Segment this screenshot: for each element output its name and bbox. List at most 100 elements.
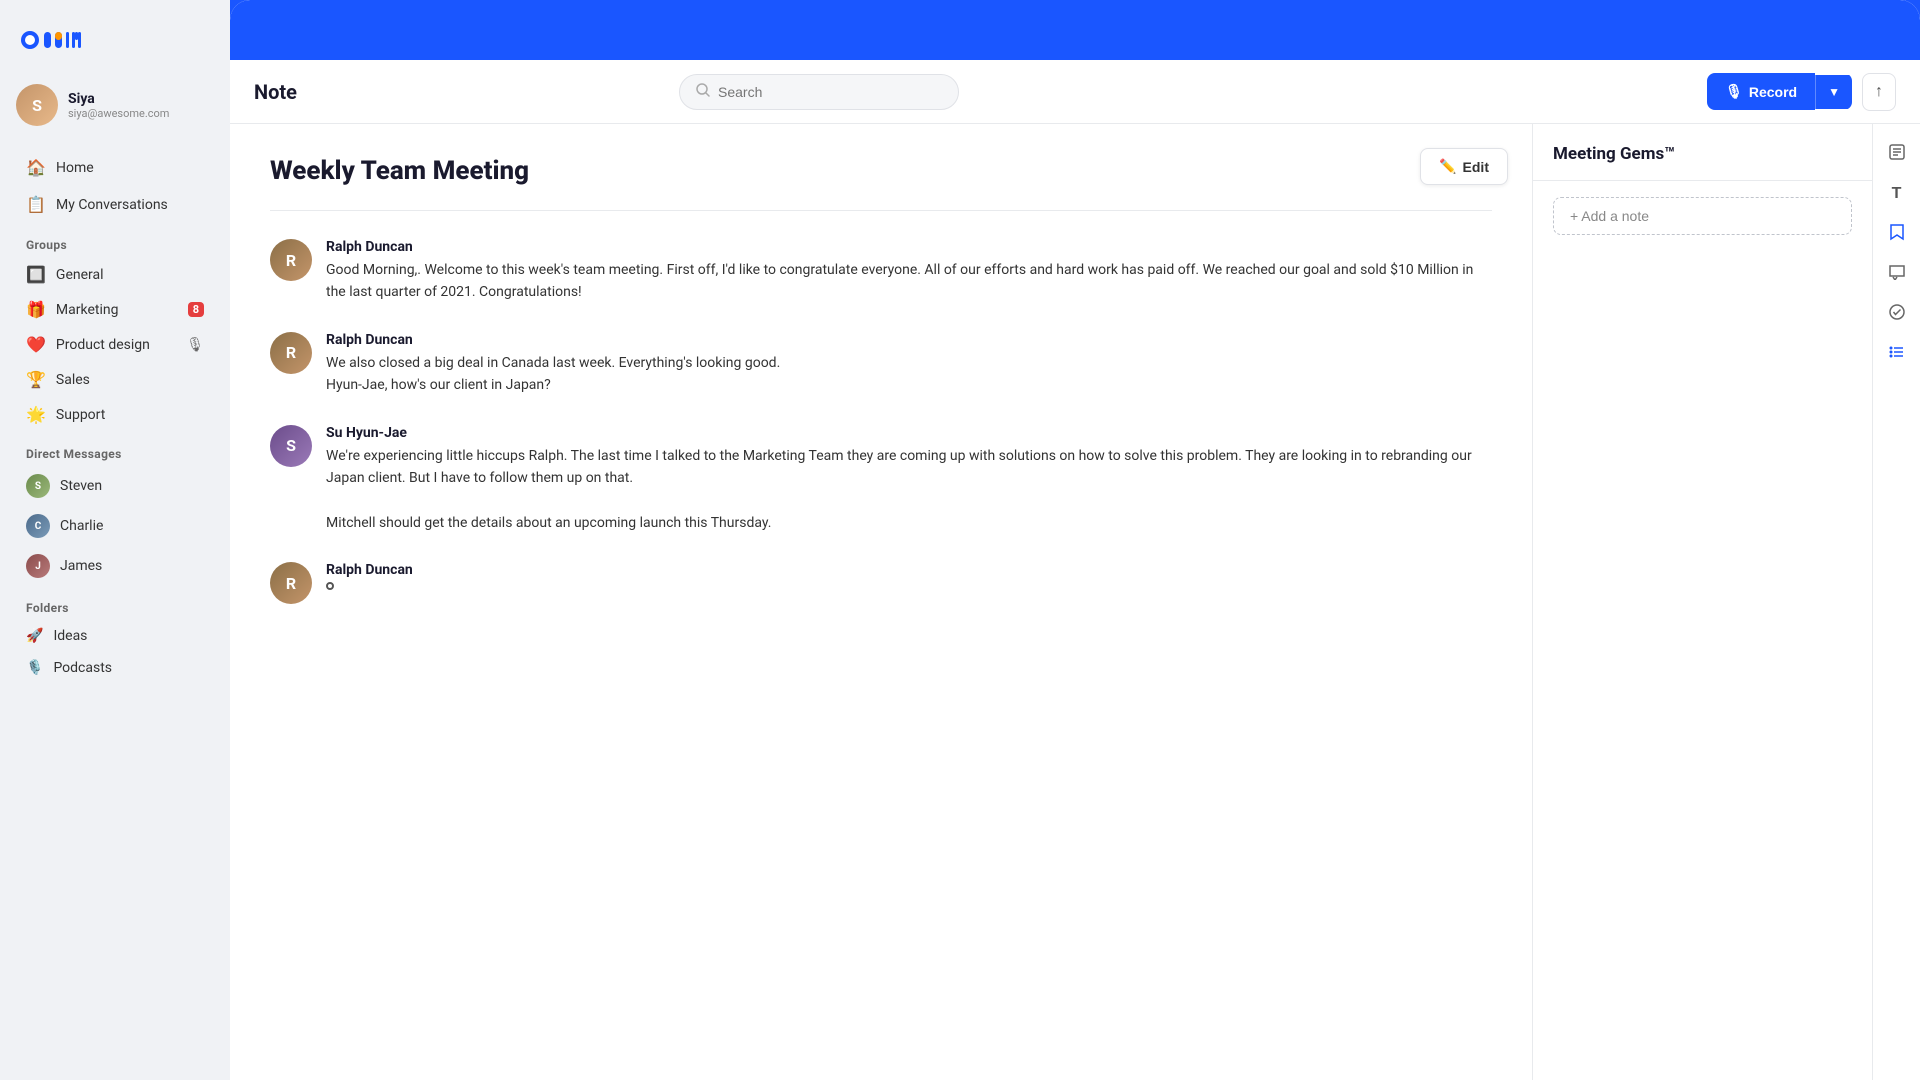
folder-label-podcasts: Podcasts [53,660,112,676]
dm-avatar-steven: S [26,474,50,498]
record-mic-icon: 🎙 [1725,83,1743,100]
edit-button[interactable]: ✏️ Edit [1420,148,1508,185]
home-icon: 🏠 [26,158,46,177]
record-btn-group: 🎙 Record ▼ [1707,73,1852,110]
note-divider [270,210,1492,211]
sidebar-item-home-label: Home [56,160,94,176]
right-toolbar: T [1872,124,1920,1080]
avatar-ralph-1: R [270,239,312,281]
message-author-ralph-3: Ralph Duncan [326,562,413,578]
user-email: siya@awesome.com [68,107,169,120]
ideas-folder-icon: 🚀 [26,628,43,644]
typing-indicator [326,582,413,590]
message-body-su-hyun: Su Hyun-Jae We're experiencing little hi… [326,425,1492,535]
sidebar-item-my-conversations[interactable]: 📋 My Conversations [16,187,214,222]
edit-label: Edit [1463,159,1489,175]
search-input[interactable] [718,84,942,100]
sidebar-item-support[interactable]: 🌟 Support [16,398,214,431]
record-dropdown-button[interactable]: ▼ [1815,75,1852,109]
bookmark-icon [1889,223,1905,246]
search-bar[interactable] [679,74,959,110]
sidebar-item-marketing[interactable]: 🎁 Marketing 8 [16,293,214,326]
mic-icon: 🎙 [186,337,204,353]
message-author-ralph-2: Ralph Duncan [326,332,780,348]
record-label: Record [1749,84,1797,100]
message-block: S Su Hyun-Jae We're experiencing little … [270,425,1492,535]
sidebar-item-sales-label: Sales [56,372,90,388]
record-button[interactable]: 🎙 Record [1707,73,1815,110]
product-design-icon: ❤️ [26,335,46,354]
main-area: Note 🎙 Record ▼ ↑ [230,0,1920,1080]
folder-item-podcasts[interactable]: 🎙️ Podcasts [16,653,214,683]
avatar-ralph-2: R [270,332,312,374]
chevron-down-icon: ▼ [1828,85,1840,99]
message-text-ralph-1: Good Morning,. Welcome to this week's te… [326,259,1492,304]
check-icon [1888,303,1906,326]
user-name: Siya [68,91,169,107]
user-avatar: S [16,84,58,126]
groups-section-label: Groups [26,238,214,252]
folder-item-ideas[interactable]: 🚀 Ideas [16,621,214,651]
message-body-ralph-3: Ralph Duncan [326,562,413,604]
user-profile[interactable]: S Siya siya@awesome.com [16,84,214,126]
support-icon: 🌟 [26,405,46,424]
message-author-su-hyun: Su Hyun-Jae [326,425,1492,441]
toolbar-bookmark-button[interactable] [1879,216,1915,252]
toolbar-notes-button[interactable] [1879,136,1915,172]
message-body-ralph-2: Ralph Duncan We also closed a big deal i… [326,332,780,397]
conversations-icon: 📋 [26,195,46,214]
upload-button[interactable]: ↑ [1862,73,1896,111]
meeting-gems-panel: Meeting Gems™ + Add a note [1532,124,1872,1080]
toolbar-check-button[interactable] [1879,296,1915,332]
app-logo [16,24,214,56]
toolbar-text-button[interactable]: T [1879,176,1915,212]
page-title: Note [254,80,297,104]
header-bar: Note 🎙 Record ▼ ↑ [230,60,1920,124]
search-icon [696,83,710,101]
add-note-button[interactable]: + Add a note [1553,197,1852,235]
content-area: ✏️ Edit Weekly Team Meeting R Ralph Dunc… [230,124,1920,1080]
message-body-ralph-1: Ralph Duncan Good Morning,. Welcome to t… [326,239,1492,304]
dm-item-steven[interactable]: S Steven [16,467,214,505]
text-icon: T [1892,185,1902,203]
avatar-ralph-3: R [270,562,312,604]
sidebar-item-conversations-label: My Conversations [56,197,168,213]
sidebar-item-sales[interactable]: 🏆 Sales [16,363,214,396]
header-actions: 🎙 Record ▼ ↑ [1707,73,1896,111]
note-title: Weekly Team Meeting [270,156,1492,186]
top-blue-strip [230,0,1920,60]
dm-item-charlie[interactable]: C Charlie [16,507,214,545]
dm-avatar-james: J [26,554,50,578]
marketing-icon: 🎁 [26,300,46,319]
dm-item-james[interactable]: J James [16,547,214,585]
general-icon: 🔲 [26,265,46,284]
message-block: R Ralph Duncan Good Morning,. Welcome to… [270,239,1492,304]
chat-icon [1888,264,1906,285]
avatar-su-hyun: S [270,425,312,467]
typing-dot-1 [326,582,334,590]
sidebar-item-marketing-label: Marketing [56,302,119,318]
edit-icon: ✏️ [1439,158,1456,175]
sales-icon: 🏆 [26,370,46,389]
message-text-ralph-2: We also closed a big deal in Canada last… [326,352,780,397]
list-icon [1888,343,1906,366]
dm-label-james: James [60,558,102,574]
dm-section-label: Direct Messages [26,447,214,461]
toolbar-list-button[interactable] [1879,336,1915,372]
sidebar-item-general-label: General [56,267,104,283]
sidebar-item-support-label: Support [56,407,105,423]
message-author-ralph-1: Ralph Duncan [326,239,1492,255]
sidebar-item-general[interactable]: 🔲 General [16,258,214,291]
sidebar-item-product-design[interactable]: ❤️ Product design 🎙 [16,328,214,361]
sidebar-item-home[interactable]: 🏠 Home [16,150,214,185]
sidebar: S Siya siya@awesome.com 🏠 Home 📋 My Conv… [0,0,230,1080]
upload-icon: ↑ [1875,83,1883,100]
meeting-gems-title: Meeting Gems™ [1533,124,1872,181]
note-panel: ✏️ Edit Weekly Team Meeting R Ralph Dunc… [230,124,1532,1080]
toolbar-chat-button[interactable] [1879,256,1915,292]
dm-label-steven: Steven [60,478,102,494]
folder-label-ideas: Ideas [53,628,87,644]
dm-avatar-charlie: C [26,514,50,538]
sidebar-item-product-design-label: Product design [56,337,150,353]
notes-icon [1888,143,1906,166]
